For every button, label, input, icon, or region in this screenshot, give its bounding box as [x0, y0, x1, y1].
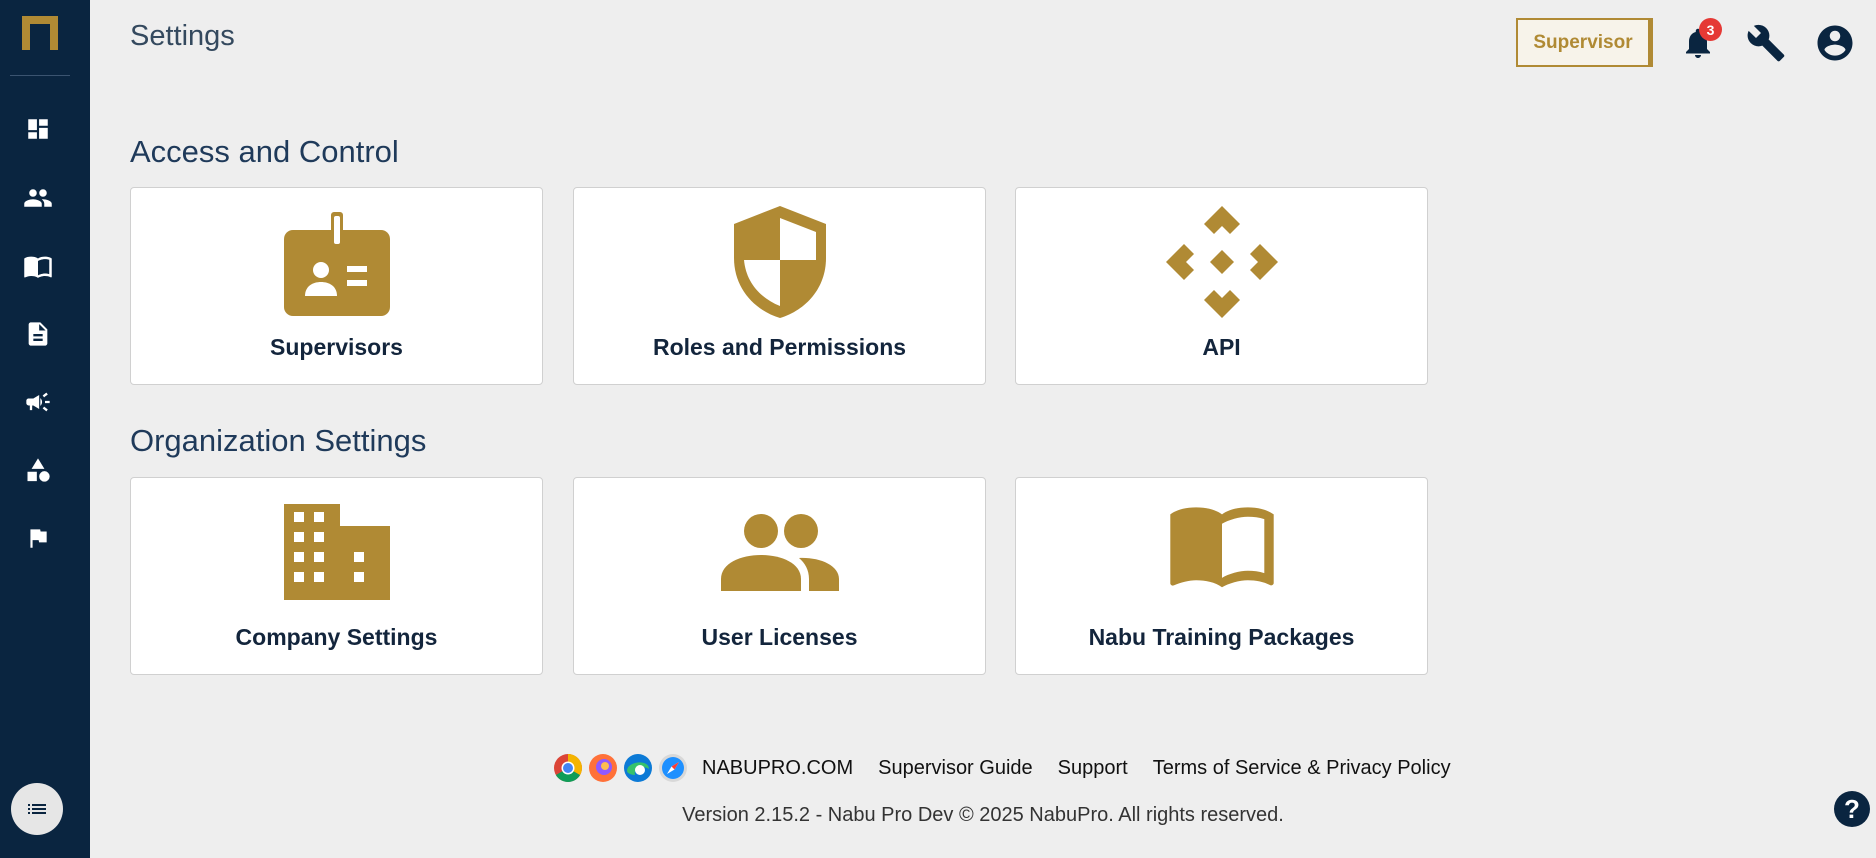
- footer-link-terms[interactable]: Terms of Service & Privacy Policy: [1153, 757, 1451, 780]
- logo-icon: [22, 16, 58, 50]
- people-icon: [24, 189, 52, 207]
- sidebar-item-people[interactable]: [22, 182, 54, 214]
- megaphone-icon: [26, 392, 50, 412]
- group-icon: [720, 514, 839, 591]
- edge-icon: [624, 754, 652, 782]
- wrench-icon: [1747, 24, 1785, 62]
- shapes-icon: [27, 458, 50, 482]
- sidebar: [0, 0, 90, 858]
- card-training-packages[interactable]: Nabu Training Packages: [1015, 477, 1428, 675]
- document-icon: [28, 322, 48, 346]
- app-logo[interactable]: [10, 14, 70, 76]
- badge-icon: [283, 212, 390, 316]
- page-title: Settings: [130, 20, 235, 52]
- chrome-icon: [554, 754, 582, 782]
- version-text: Version 2.15.2 - Nabu Pro Dev © 2025 Nab…: [682, 804, 1284, 826]
- safari-icon: [659, 754, 687, 782]
- browser-icons: [553, 753, 688, 783]
- card-supervisors[interactable]: Supervisors: [130, 187, 543, 385]
- account-circle-icon: [1817, 25, 1853, 61]
- card-api[interactable]: API: [1015, 187, 1428, 385]
- footer-link-support[interactable]: Support: [1058, 757, 1128, 780]
- card-label: Roles and Permissions: [652, 334, 907, 360]
- card-label: User Licenses: [701, 624, 858, 650]
- building-icon: [283, 504, 390, 600]
- profile-button[interactable]: [1812, 20, 1858, 66]
- tools-button[interactable]: [1743, 20, 1789, 66]
- firefox-icon: [589, 754, 617, 782]
- open-book-icon: [1169, 507, 1274, 588]
- api-icon: [1165, 206, 1278, 318]
- sidebar-item-dashboard[interactable]: [22, 113, 54, 145]
- dashboard-icon: [28, 119, 48, 139]
- help-button[interactable]: ?: [1834, 791, 1870, 827]
- card-label: Company Settings: [235, 624, 438, 650]
- footer-link-nabupro[interactable]: NABUPRO.COM: [702, 757, 853, 780]
- sidebar-item-flag[interactable]: [22, 522, 54, 554]
- card-label: API: [1202, 334, 1241, 360]
- sidebar-item-shapes[interactable]: [22, 454, 54, 486]
- notification-badge: 3: [1699, 18, 1722, 41]
- notifications-button[interactable]: 3: [1675, 18, 1722, 66]
- sidebar-item-documents[interactable]: [22, 318, 54, 350]
- footer-link-supervisor-guide[interactable]: Supervisor Guide: [878, 757, 1033, 780]
- sidebar-item-book[interactable]: [22, 250, 54, 282]
- card-roles-permissions[interactable]: Roles and Permissions: [573, 187, 986, 385]
- section-title-organization: Organization Settings: [130, 423, 427, 458]
- sidebar-item-announcements[interactable]: [22, 386, 54, 418]
- book-icon: [24, 256, 52, 278]
- shield-icon: [733, 206, 826, 318]
- card-label: Nabu Training Packages: [1088, 624, 1355, 650]
- section-title-access: Access and Control: [130, 134, 399, 169]
- card-user-licenses[interactable]: User Licenses: [573, 477, 986, 675]
- role-switch-button[interactable]: Supervisor: [1516, 18, 1653, 67]
- card-company-settings[interactable]: Company Settings: [130, 477, 543, 675]
- card-label: Supervisors: [270, 334, 403, 360]
- flag-icon: [30, 529, 47, 548]
- footer-links: NABUPRO.COM Supervisor Guide Support Ter…: [553, 752, 1476, 784]
